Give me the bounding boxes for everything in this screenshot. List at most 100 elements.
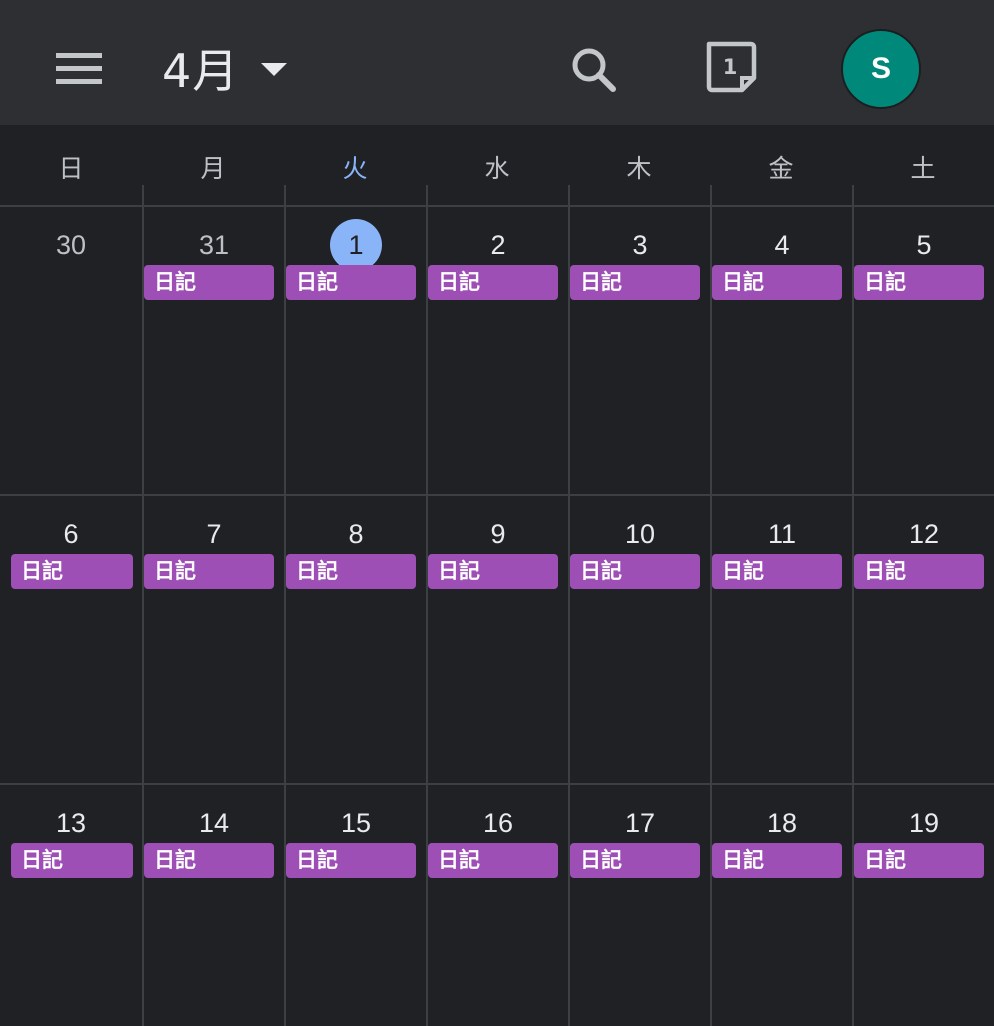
day-cell[interactable]: 3 日記 [568, 207, 710, 496]
date-number-wrapper: 1 [286, 219, 426, 271]
day-cell[interactable]: 31 日記 [142, 207, 284, 496]
date-number: 31 [198, 229, 230, 260]
day-cell[interactable]: 18 日記 [710, 785, 852, 1026]
month-grid: 30 31 日記 1 日記 2 日記 3 日記 4 日記 5 日記 6 日記 7 日記 8 日記 9 日記 10 日記 11 日… [0, 205, 994, 1026]
date-number-wrapper: 18 [712, 797, 852, 849]
date-number-wrapper: 11 [712, 508, 852, 560]
date-number-wrapper: 3 [570, 219, 710, 271]
date-number-wrapper: 30 [0, 219, 142, 271]
event-chip[interactable]: 日記 [712, 843, 842, 878]
day-cell[interactable]: 13 日記 [0, 785, 142, 1026]
weekday-sat: 土 [852, 125, 994, 207]
date-number-wrapper: 8 [286, 508, 426, 560]
today-date-number: 1 [722, 55, 738, 79]
weekday-wed: 水 [426, 125, 568, 207]
day-cell[interactable]: 1 日記 [284, 207, 426, 496]
event-chip[interactable]: 日記 [854, 265, 984, 300]
event-chip[interactable]: 日記 [11, 554, 133, 589]
date-number: 4 [774, 229, 790, 260]
day-cell[interactable]: 4 日記 [710, 207, 852, 496]
day-cell[interactable]: 16 日記 [426, 785, 568, 1026]
day-cell[interactable]: 6 日記 [0, 496, 142, 785]
day-cell[interactable]: 9 日記 [426, 496, 568, 785]
date-number: 18 [766, 807, 798, 838]
weekday-sun: 日 [58, 154, 84, 183]
day-cell[interactable]: 7 日記 [142, 496, 284, 785]
day-cell[interactable]: 8 日記 [284, 496, 426, 785]
event-chip[interactable]: 日記 [428, 554, 558, 589]
search-button[interactable] [566, 42, 622, 98]
date-number: 17 [624, 807, 656, 838]
event-chip[interactable]: 日記 [854, 554, 984, 589]
date-number: 19 [908, 807, 940, 838]
event-chip[interactable]: 日記 [286, 843, 416, 878]
menu-icon [56, 53, 102, 84]
weekday-thu: 木 [568, 125, 710, 207]
day-cell[interactable]: 15 日記 [284, 785, 426, 1026]
date-number-wrapper: 16 [428, 797, 568, 849]
day-cell[interactable]: 12 日記 [852, 496, 994, 785]
month-selector[interactable]: 4月 [162, 36, 288, 100]
date-number: 14 [198, 807, 230, 838]
day-cell[interactable]: 10 日記 [568, 496, 710, 785]
weekday-mon: 月 [142, 125, 284, 207]
event-chip[interactable]: 日記 [570, 265, 700, 300]
search-icon [572, 48, 616, 92]
weekday-fri: 金 [710, 125, 852, 207]
date-number-wrapper: 7 [144, 508, 284, 560]
date-number-wrapper: 31 [144, 219, 284, 271]
event-chip[interactable]: 日記 [428, 843, 558, 878]
day-cell[interactable]: 5 日記 [852, 207, 994, 496]
event-chip[interactable]: 日記 [286, 265, 416, 300]
date-number: 3 [632, 229, 648, 260]
day-cell[interactable]: 19 日記 [852, 785, 994, 1026]
weekday-tue: 火 [284, 125, 426, 207]
date-number-wrapper: 17 [570, 797, 710, 849]
event-chip[interactable]: 日記 [854, 843, 984, 878]
date-number-wrapper: 19 [854, 797, 994, 849]
day-cell[interactable]: 2 日記 [426, 207, 568, 496]
date-number: 13 [55, 807, 87, 838]
dropdown-caret-icon [261, 63, 288, 76]
event-chip[interactable]: 日記 [11, 843, 133, 878]
date-number: 5 [916, 229, 932, 260]
date-number: 6 [63, 518, 79, 549]
event-chip[interactable]: 日記 [712, 265, 842, 300]
event-chip[interactable]: 日記 [286, 554, 416, 589]
event-chip[interactable]: 日記 [570, 554, 700, 589]
date-number-wrapper: 9 [428, 508, 568, 560]
date-number-wrapper: 6 [0, 508, 142, 560]
day-cell[interactable]: 11 日記 [710, 496, 852, 785]
date-number: 16 [482, 807, 514, 838]
date-number-wrapper: 4 [712, 219, 852, 271]
menu-button[interactable] [52, 46, 108, 90]
jump-to-today-button[interactable]: 1 [704, 40, 760, 96]
date-number: 30 [55, 229, 87, 260]
event-chip[interactable]: 日記 [144, 843, 274, 878]
date-number-wrapper: 14 [144, 797, 284, 849]
date-number: 7 [206, 518, 222, 549]
day-cell[interactable]: 30 [0, 207, 142, 496]
date-number-wrapper: 2 [428, 219, 568, 271]
date-number: 15 [340, 807, 372, 838]
event-chip[interactable]: 日記 [144, 554, 274, 589]
event-chip[interactable]: 日記 [570, 843, 700, 878]
date-number: 11 [767, 518, 797, 549]
account-avatar[interactable]: S [841, 29, 921, 109]
day-cell[interactable]: 17 日記 [568, 785, 710, 1026]
date-number: 10 [624, 518, 656, 549]
today-date-number-highlight: 1 [330, 219, 382, 271]
event-chip[interactable]: 日記 [712, 554, 842, 589]
event-chip[interactable]: 日記 [144, 265, 274, 300]
date-number: 9 [490, 518, 506, 549]
event-chip[interactable]: 日記 [428, 265, 558, 300]
app-bar: 4月 1 S [0, 0, 994, 125]
day-cell[interactable]: 14 日記 [142, 785, 284, 1026]
date-number-wrapper: 5 [854, 219, 994, 271]
date-number-wrapper: 10 [570, 508, 710, 560]
date-number: 12 [908, 518, 940, 549]
weekday-header-row: 日 月 火 水 木 金 土 [0, 125, 994, 207]
date-number-wrapper: 13 [0, 797, 142, 849]
date-number: 8 [348, 518, 364, 549]
date-number: 2 [490, 229, 506, 260]
